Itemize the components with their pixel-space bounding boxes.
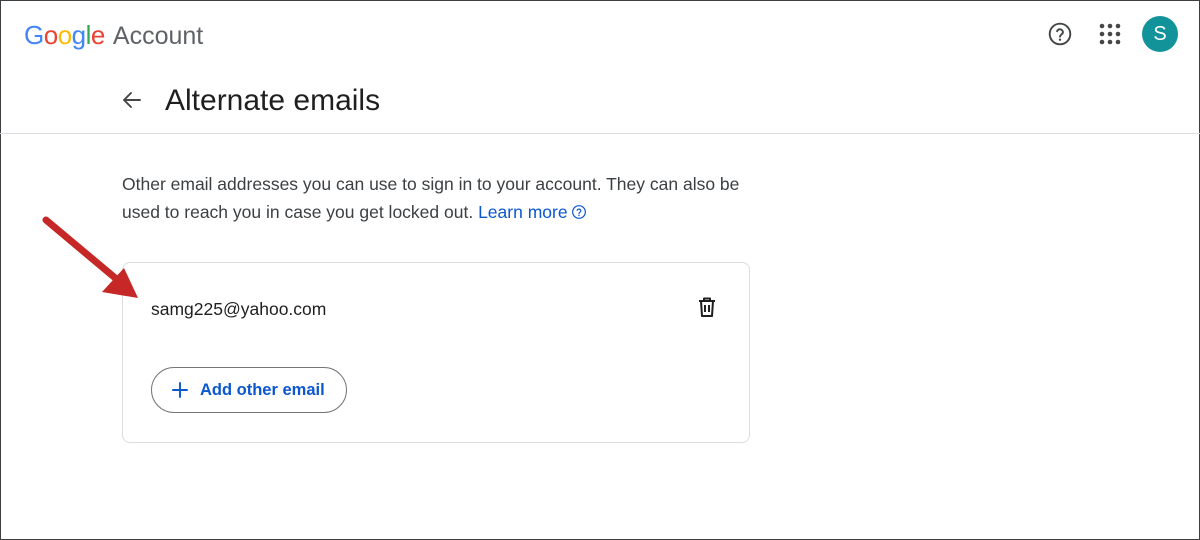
add-other-email-label: Add other email (200, 380, 325, 399)
logo-letter: e (90, 20, 105, 50)
annotation-arrow-icon (42, 216, 138, 298)
alternate-emails-card: samg225@yahoo.com Add other email (122, 262, 750, 443)
alternate-email-address: samg225@yahoo.com (151, 299, 327, 319)
google-logo: Google (24, 19, 105, 51)
help-circle-small-icon (571, 205, 586, 219)
logo-letter: o (43, 20, 58, 50)
help-circle-icon (1048, 22, 1072, 46)
trash-icon (699, 297, 715, 317)
delete-email-button[interactable] (691, 291, 723, 323)
page-title: Alternate emails (165, 84, 381, 117)
google-account-logo[interactable]: Google Account (24, 19, 203, 52)
help-button[interactable] (1042, 16, 1078, 52)
learn-more-label: Learn more (478, 202, 568, 222)
back-button[interactable] (116, 84, 148, 116)
page-description: Other email addresses you can use to sig… (122, 170, 762, 226)
apps-button[interactable] (1092, 16, 1128, 52)
arrow-back-icon (123, 92, 141, 108)
logo-account-text: Account (112, 22, 204, 50)
header-actions: S (1042, 16, 1178, 52)
page-header: Alternate emails (0, 70, 1200, 134)
top-bar: Google Account S (0, 0, 1200, 70)
account-avatar[interactable]: S (1142, 16, 1178, 52)
description-text: Other email addresses you can use to sig… (122, 174, 740, 222)
logo-letter: G (24, 20, 44, 50)
apps-grid-icon (1099, 23, 1121, 45)
add-other-email-button[interactable]: Add other email (151, 367, 347, 413)
plus-icon (172, 382, 188, 398)
logo-letter: o (57, 20, 72, 50)
logo-letter: g (71, 20, 86, 50)
learn-more-link[interactable]: Learn more (478, 202, 587, 222)
